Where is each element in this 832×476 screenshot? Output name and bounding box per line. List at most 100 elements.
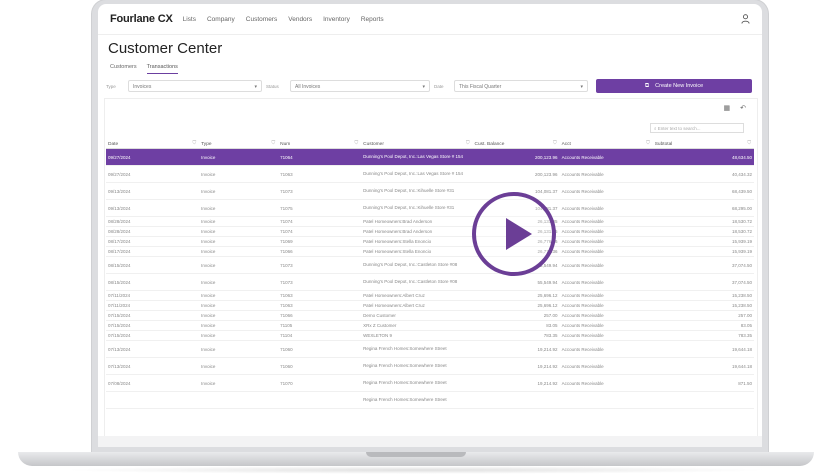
filter-icon[interactable]: ⛉ (193, 140, 197, 146)
table-cell-type: Invoice (199, 182, 279, 200)
table-cell-type: Invoice (199, 300, 279, 311)
table-cell-date: 08/28/2024 (106, 216, 200, 227)
undo-icon[interactable]: ↶ (740, 105, 746, 112)
table-cell-type: Invoice (199, 290, 279, 301)
table-cell-date (106, 391, 200, 409)
tab-transactions[interactable]: Transactions (146, 64, 178, 74)
table-cell-acct: Accounts Receivable (559, 216, 653, 227)
table-row[interactable]: 09/27/2024 Invoice 71064 Dunning's Pool Dep… (106, 148, 754, 166)
filter-icon[interactable]: ⛉ (646, 140, 650, 146)
table-cell-bal: 55,549.94 (472, 273, 560, 291)
status-select[interactable]: All Invoices ▾ (290, 80, 430, 92)
table-cell-bal: 25,696.12 (472, 290, 560, 301)
table-row[interactable]: 09/13/2024 Invoice 71073 Dunning's Pool Dep… (106, 182, 754, 200)
nav-item-company[interactable]: Company (207, 16, 235, 23)
chevron-down-icon: ▾ (580, 84, 583, 90)
table-cell-num: 71063 (278, 290, 362, 301)
table-cell-acct: Accounts Receivable (559, 330, 653, 341)
create-icon: ⧉ (644, 82, 650, 89)
col-header-type[interactable]: Type ⛉ (199, 140, 279, 149)
table-cell-acct: Accounts Receivable (559, 357, 653, 375)
table-cell-acct: Accounts Receivable (559, 310, 653, 321)
table-row[interactable]: 08/15/2024 Invoice 71073 Dunning's Pool Dep… (106, 256, 754, 274)
table-row[interactable]: 07/11/2024 Invoice 71063 Patel Homeowners:A… (106, 290, 754, 301)
tab-customers[interactable]: Customers (110, 64, 137, 74)
user-icon[interactable] (741, 14, 750, 24)
table-cell-sub: 15,939.19 (652, 246, 754, 257)
table-row[interactable]: 08/17/2024 Invoice 71066 Patel Homeowners:S… (106, 246, 754, 257)
app-logo: Fourlane CX (110, 13, 173, 25)
table-cell-sub: 257.00 (652, 310, 754, 321)
table-cell-num: 71064 (278, 148, 362, 166)
table-cell-bal (472, 391, 560, 409)
nav-item-customers[interactable]: Customers (246, 16, 277, 23)
table-cell-customer: Regina French Homes:Somewhere Street (361, 374, 473, 392)
table-cell-acct: Accounts Receivable (559, 236, 653, 247)
table-cell-date: 08/17/2024 (106, 236, 200, 247)
nav-item-lists[interactable]: Lists (183, 16, 196, 23)
table-row[interactable]: 07/13/2024 Invoice 71060 Regina French Home… (106, 340, 754, 358)
create-invoice-button[interactable]: ⧉ Create New Invoice (596, 79, 752, 93)
type-select[interactable]: Invoices ▾ (128, 80, 262, 92)
table-cell-sub: 37,074.50 (652, 273, 754, 291)
create-invoice-label: Create New Invoice (655, 83, 704, 89)
table-cell-bal: 257.00 (472, 310, 560, 321)
col-header-date[interactable]: Date ⛉ (106, 140, 200, 149)
table-cell-num: 71073 (278, 273, 362, 291)
table-cell-type: Invoice (199, 310, 279, 321)
table-cell-sub: 68,439.50 (652, 182, 754, 200)
table-body: 09/27/2024 Invoice 71064 Dunning's Pool Dep… (106, 148, 754, 409)
table-cell-date: 07/08/2024 (106, 374, 200, 392)
table-cell-num: 71073 (278, 182, 362, 200)
col-header-acct[interactable]: Acct ⛉ (559, 140, 653, 149)
table-row[interactable]: 07/15/2024 Invoice 71104 WEXLETON 9 783.35 Ac… (106, 330, 754, 341)
table-row[interactable]: 07/15/2024 Invoice 71066 Demo Customer 257.0… (106, 310, 754, 321)
table-row[interactable]: 08/17/2024 Invoice 71069 Patel Homeowners:S… (106, 236, 754, 247)
table-row[interactable]: 09/13/2024 Invoice 71075 Dunning's Pool Dep… (106, 199, 754, 217)
table-cell-sub: 19,644.18 (652, 357, 754, 375)
filter-icon[interactable]: ⛉ (553, 140, 557, 146)
filter-icon[interactable]: ⛉ (747, 140, 751, 146)
nav-item-inventory[interactable]: Inventory (323, 16, 350, 23)
col-header-num[interactable]: Num ⛉ (278, 140, 362, 149)
play-button[interactable] (472, 192, 556, 276)
table-cell-type: Invoice (199, 148, 279, 166)
table-cell-customer: Dunning's Pool Depot, Inc.:Kihuelle Stor… (361, 182, 473, 200)
filter-icon[interactable]: ⛉ (272, 140, 276, 146)
table-row[interactable]: 08/15/2024 Invoice 71073 Dunning's Pool Dep… (106, 273, 754, 291)
table-cell-type: Invoice (199, 216, 279, 227)
table-cell-date: 07/15/2024 (106, 330, 200, 341)
table-cell-date: 09/13/2024 (106, 199, 200, 217)
table-row[interactable]: Regina French Homes:Somewhere Street (106, 391, 754, 409)
table-cell-bal: 19,214.92 (472, 374, 560, 392)
table-row[interactable]: 09/27/2024 Invoice 71063 Dunning's Pool Dep… (106, 165, 754, 183)
columns-icon[interactable]: ▦ (724, 105, 731, 112)
col-header-balance[interactable]: Cust. Balance ⛉ (472, 140, 560, 149)
table-row[interactable]: 07/15/2024 Invoice 71105 XRx Z Customer 83.0… (106, 320, 754, 331)
table-cell-customer: Patel Homeowners:Albert Cruz (361, 300, 473, 311)
table-row[interactable]: 07/08/2024 Invoice 71070 Regina French Home… (106, 374, 754, 392)
filter-icon[interactable]: ⛉ (466, 140, 470, 146)
app-screen: Fourlane CX Lists Company Customers Vend… (98, 4, 762, 447)
search-input[interactable]: ⌕ Enter text to search... (650, 123, 744, 133)
table-row[interactable]: 07/13/2024 Invoice 71060 Regina French Home… (106, 357, 754, 375)
table-cell-date: 08/17/2024 (106, 246, 200, 257)
table-cell-type: Invoice (199, 320, 279, 331)
table-cell-date: 09/13/2024 (106, 182, 200, 200)
table-cell-num: 71105 (278, 320, 362, 331)
date-select[interactable]: This Fiscal Quarter ▾ (454, 80, 588, 92)
laptop-shadow (60, 466, 772, 474)
col-header-customer[interactable]: Customer ⛉ (361, 140, 473, 149)
table-row[interactable]: 08/28/2024 Invoice 71074 Patel Homeowners:B… (106, 226, 754, 237)
table-cell-num (278, 391, 362, 409)
table-cell-date: 08/15/2024 (106, 256, 200, 274)
table-row[interactable]: 07/11/2024 Invoice 71063 Patel Homeowners:A… (106, 300, 754, 311)
table-row[interactable]: 08/28/2024 Invoice 71074 Patel Homeowners:B… (106, 216, 754, 227)
table-cell-date: 08/28/2024 (106, 226, 200, 237)
filter-icon[interactable]: ⛉ (355, 140, 359, 146)
nav-item-reports[interactable]: Reports (361, 16, 384, 23)
table-cell-customer: Demo Customer (361, 310, 473, 321)
col-header-subtotal[interactable]: Subtotal ⛉ (652, 140, 754, 149)
nav-item-vendors[interactable]: Vendors (288, 16, 312, 23)
table-cell-type: Invoice (199, 357, 279, 375)
